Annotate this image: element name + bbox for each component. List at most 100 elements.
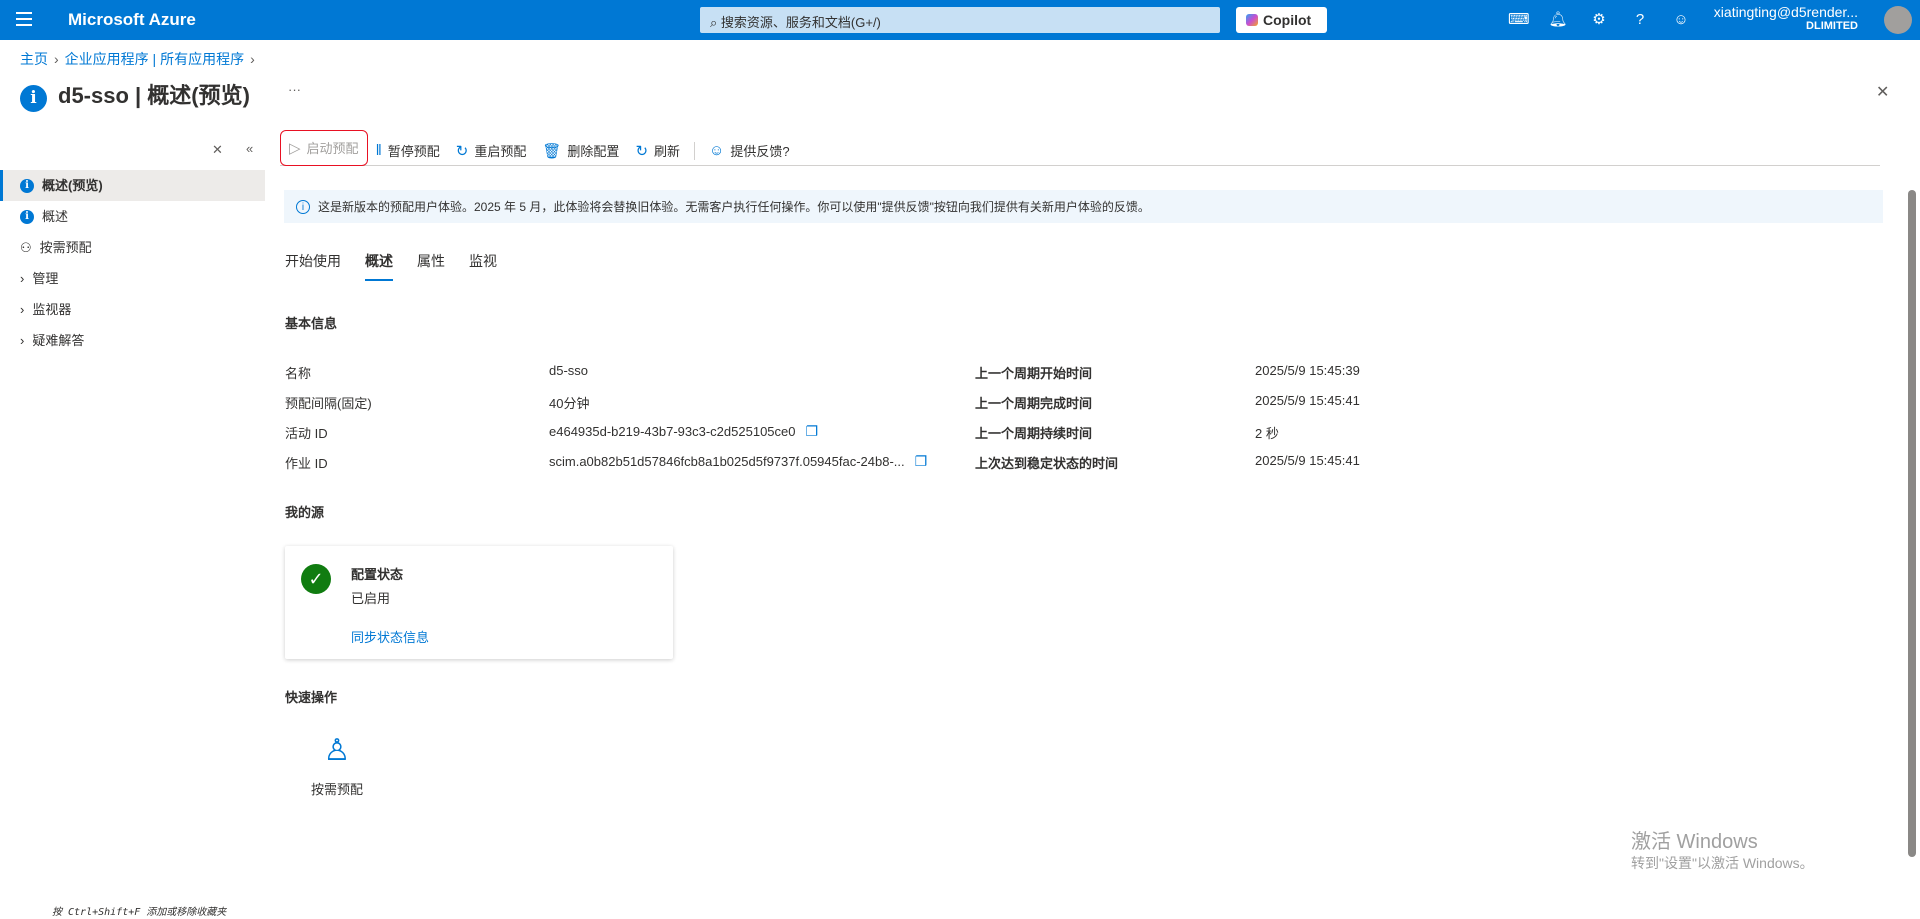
sidebar: i 概述(预览) i 概述 ⚇ 按需预配 › 管理 › 监视器 › 疑难解答 [0,130,265,356]
section-heading: 基本信息 [285,316,338,331]
watermark-subtitle: 转到"设置"以激活 Windows。 [1631,855,1814,871]
sidebar-item-monitor[interactable]: › 监视器 [0,294,265,325]
tab-overview[interactable]: 概述 [365,251,393,281]
quick-action-provision-on-demand[interactable]: ♙ 按需预配 [300,733,374,798]
restart-provisioning-button[interactable]: ↻ 重启预配 [448,136,535,166]
field-label: 上一个周期开始时间 [975,366,1093,381]
field-value: 2025/5/9 15:45:39 [1255,363,1360,378]
field-value: e464935d-b219-43b7-93c3-c2d525105ce0 [549,424,796,439]
scrollbar[interactable] [1908,190,1916,857]
button-label: 提供反馈? [730,144,790,159]
copy-icon[interactable]: ❐ [806,423,819,439]
sync-status-link[interactable]: 同步状态信息 [351,627,429,646]
check-icon: ✓ [301,564,331,594]
avatar[interactable] [1884,6,1912,34]
chevron-right-icon: › [54,51,59,67]
account-menu[interactable]: xiatingting@d5render... DLIMITED [1714,4,1858,32]
tab-properties[interactable]: 属性 [417,251,445,281]
copilot-button[interactable]: Copilot [1236,7,1327,33]
sidebar-item-label: 管理 [32,271,59,286]
brand[interactable]: Microsoft Azure [68,10,196,30]
info-banner: i 这是新版本的预配用户体验。2025 年 5 月，此体验将会替换旧体验。无需客户… [284,190,1883,223]
refresh-button[interactable]: ↻ 刷新 [627,136,688,166]
watermark-title: 激活 Windows [1631,831,1758,853]
help-icon[interactable]: ? [1630,10,1650,30]
refresh-icon: ↻ [635,142,649,160]
sidebar-item-overview[interactable]: i 概述 [0,201,265,232]
button-label: 暂停预配 [387,144,440,159]
sidebar-item-label: 概述(预览) [42,178,103,193]
search-placeholder: 搜索资源、服务和文档(G+/) [720,15,881,30]
menu-icon[interactable] [16,12,32,26]
sidebar-item-troubleshoot[interactable]: › 疑难解答 [0,325,265,356]
restart-icon: ↻ [455,142,469,160]
gear-icon[interactable]: ⚙ [1589,10,1609,30]
tab-get-started[interactable]: 开始使用 [285,251,341,281]
card-status: 已启用 [351,591,391,606]
field-label: 上一个周期完成时间 [975,396,1093,411]
card-title: 配置状态 [351,567,404,582]
close-button[interactable]: ✕ [1876,82,1889,102]
search-icon: ⌕ [710,15,721,30]
field-value: 2025/5/9 15:45:41 [1255,453,1360,468]
field-label: 预配间隔(固定) [285,396,372,411]
breadcrumb: 主页 › 企业应用程序 | 所有应用程序 › [20,49,261,69]
divider [694,141,696,160]
chevron-right-icon: › [20,271,25,286]
quick-action-label: 按需预配 [310,782,363,797]
button-label: 删除配置 [567,144,620,159]
org-name: DLIMITED [1806,20,1858,32]
breadcrumb-home[interactable]: 主页 [20,51,48,67]
field-label: 作业 ID [285,456,328,471]
sidebar-item-manage[interactable]: › 管理 [0,263,265,294]
sidebar-item-label: 监视器 [32,302,72,317]
section-heading: 我的源 [285,505,325,520]
chevron-right-icon: › [20,333,25,348]
copilot-label: Copilot [1263,12,1312,28]
toolbar: ▷ 启动预配 ‖ 暂停预配 ↻ 重启预配 🗑︎ 删除配置 ↻ 刷新 ☺ 提供反馈? [280,129,1880,166]
tab-monitor[interactable]: 监视 [469,251,497,281]
info-icon: i [20,85,47,112]
pause-provisioning-button[interactable]: ‖ 暂停预配 [368,136,448,166]
tabs: 开始使用 概述 属性 监视 [285,251,497,281]
user-name: xiatingting@d5render... [1713,4,1858,20]
pause-icon: ‖ [375,142,382,159]
chevron-right-icon: › [20,302,25,317]
field-value: scim.a0b82b51d57846fcb8a1b025d5f9737f.05… [549,454,905,469]
cloud-shell-icon[interactable]: ⌨ [1508,10,1530,30]
button-label: 刷新 [654,144,681,159]
play-icon: ▷ [289,139,301,157]
sidebar-item-overview-preview[interactable]: i 概述(预览) [0,170,265,201]
delete-config-button[interactable]: 🗑︎ 删除配置 [534,136,627,166]
chevron-right-icon: › [250,51,255,67]
copy-icon[interactable]: ❐ [915,453,928,469]
top-bar: Microsoft Azure ⌕ 搜索资源、服务和文档(G+/) Copilo… [0,0,1920,40]
info-icon: i [296,199,310,214]
trash-icon: 🗑︎ [542,142,562,160]
page-title: d5-sso | 概述(预览) [58,83,250,108]
search-input[interactable]: ⌕ 搜索资源、服务和文档(G+/) [700,7,1220,33]
section-heading: 快速操作 [285,690,338,705]
feedback-icon: ☺ [709,142,725,159]
copilot-icon [1246,14,1258,26]
field-label: 上一个周期持续时间 [975,426,1093,441]
field-value: 2025/5/9 15:45:41 [1255,393,1360,408]
button-label: 重启预配 [474,144,527,159]
user-icon: ♙ [323,734,351,767]
feedback-icon[interactable]: ☺ [1671,10,1691,30]
field-label: 上次达到稳定状态的时间 [975,456,1119,471]
sidebar-item-label: 按需预配 [39,240,92,255]
sidebar-item-provision-on-demand[interactable]: ⚇ 按需预配 [0,232,265,263]
feedback-button[interactable]: ☺ 提供反馈? [701,136,798,166]
field-value: d5-sso [549,363,589,378]
bell-icon[interactable]: 🔔︎ [1548,10,1568,30]
field-label: 活动 ID [285,426,328,441]
more-button[interactable]: ··· [288,82,301,97]
button-label: 启动预配 [306,141,359,156]
favorites-hint: 按 Ctrl+Shift+F 添加或移除收藏夹 [52,907,227,918]
sidebar-item-label: 概述 [42,209,69,224]
user-sync-icon: ⚇ [20,240,32,255]
sidebar-item-label: 疑难解答 [32,333,85,348]
breadcrumb-enterprise-apps[interactable]: 企业应用程序 | 所有应用程序 [65,51,244,67]
start-provisioning-button[interactable]: ▷ 启动预配 [280,129,368,166]
